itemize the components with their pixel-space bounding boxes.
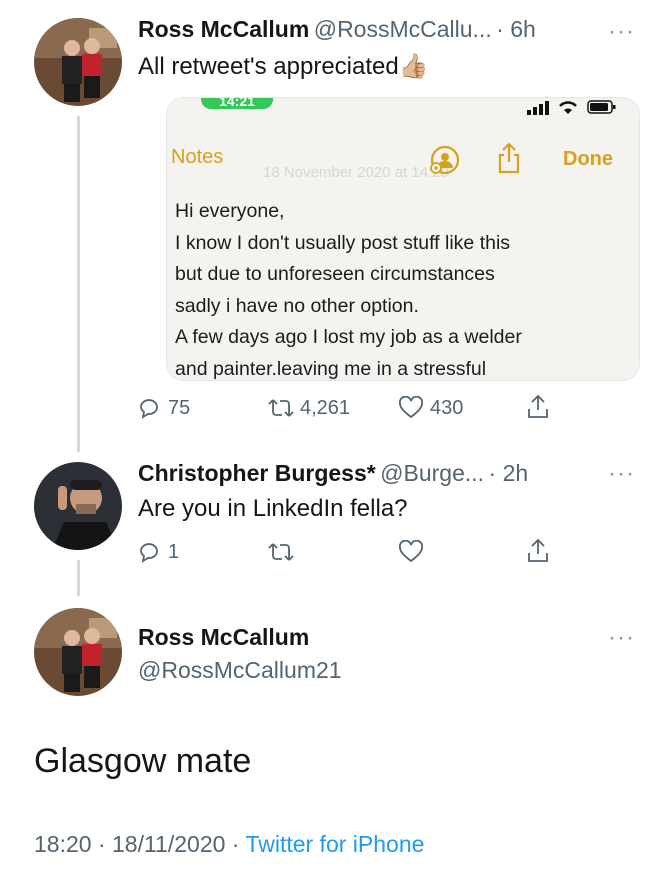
notes-line: sadly i have no other option.: [175, 294, 419, 317]
reply-count: 1: [168, 540, 180, 563]
tweet-timestamp[interactable]: 18:20 · 18/11/2020 ·: [34, 831, 239, 857]
heart-icon: [399, 540, 423, 563]
main-tweet-text: Glasgow mate: [34, 742, 252, 780]
notes-line: Hi everyone,: [175, 200, 285, 222]
more-options-icon[interactable]: ···: [608, 624, 635, 652]
avatar-ross[interactable]: [34, 608, 122, 696]
tweet-source-link[interactable]: Twitter for iPhone: [245, 831, 424, 857]
like-count: 430: [430, 396, 464, 419]
retweet-button[interactable]: [268, 540, 294, 564]
share-icon[interactable]: [497, 142, 521, 179]
reply-icon: [140, 399, 158, 419]
battery-icon: [587, 100, 617, 119]
retweet-icon: [268, 399, 294, 417]
notes-line: A few days ago I lost my job as a welder: [175, 326, 522, 348]
attached-image[interactable]: 14:21 Notes 18 November 2020 at 14:20 Do…: [166, 97, 640, 381]
heart-icon: [399, 396, 423, 419]
author-handle[interactable]: @Burge...: [380, 460, 484, 486]
thread-line: [77, 560, 80, 596]
thumbs-up-icon: 👍🏼: [398, 53, 429, 80]
wifi-icon: [557, 99, 579, 120]
tweet-text: Are you in LinkedIn fella?: [138, 495, 408, 522]
more-options-icon[interactable]: ···: [608, 460, 635, 488]
signal-icon: [527, 101, 551, 120]
reply-icon: [140, 543, 158, 563]
author-handle[interactable]: @RossMcCallu...: [314, 16, 492, 42]
reply-count: 75: [168, 396, 191, 419]
avatar-christopher[interactable]: [34, 462, 122, 550]
add-person-icon[interactable]: [429, 144, 461, 181]
share-button[interactable]: [526, 394, 550, 420]
notes-line: I know I don't usually post stuff like t…: [175, 231, 511, 254]
faint-date: 18 November 2020 at 14:20: [263, 164, 449, 181]
avatar-photo: [34, 18, 122, 106]
notes-content: Hi everyone, I know I don't usually post…: [175, 196, 522, 380]
avatar-photo: [34, 462, 122, 550]
thread-line: [77, 116, 80, 452]
share-icon: [528, 394, 548, 418]
author-name[interactable]: Christopher Burgess*: [138, 460, 376, 486]
author-handle[interactable]: @RossMcCallum21: [138, 657, 342, 684]
retweet-count: 4,261: [300, 396, 351, 419]
reply-button[interactable]: 1: [138, 540, 179, 564]
like-button[interactable]: [398, 540, 424, 564]
share-button[interactable]: [526, 538, 550, 564]
tweet-time[interactable]: · 2h: [489, 460, 529, 486]
more-options-icon[interactable]: ···: [608, 18, 635, 46]
tweet-text: All retweet's appreciated: [138, 53, 399, 80]
status-time: 14:21: [201, 98, 273, 109]
reply-button[interactable]: 75: [138, 396, 190, 420]
retweet-button[interactable]: 4,261: [268, 396, 350, 420]
author-name[interactable]: Ross McCallum: [138, 624, 309, 651]
notes-back-button[interactable]: Notes: [166, 146, 223, 169]
like-button[interactable]: 430: [398, 396, 463, 420]
chevron-left-icon: [166, 147, 169, 169]
notes-line: but due to unforeseen circumstances: [175, 263, 495, 285]
author-name[interactable]: Ross McCallum: [138, 16, 309, 42]
tweet-time[interactable]: · 6h: [496, 16, 536, 42]
share-icon: [528, 538, 548, 562]
avatar-photo: [34, 608, 122, 696]
retweet-icon: [268, 543, 294, 561]
avatar-ross[interactable]: [34, 18, 122, 106]
notes-done-button[interactable]: Done: [563, 148, 613, 171]
notes-line: and painter.leaving me in a stressful: [175, 357, 487, 380]
